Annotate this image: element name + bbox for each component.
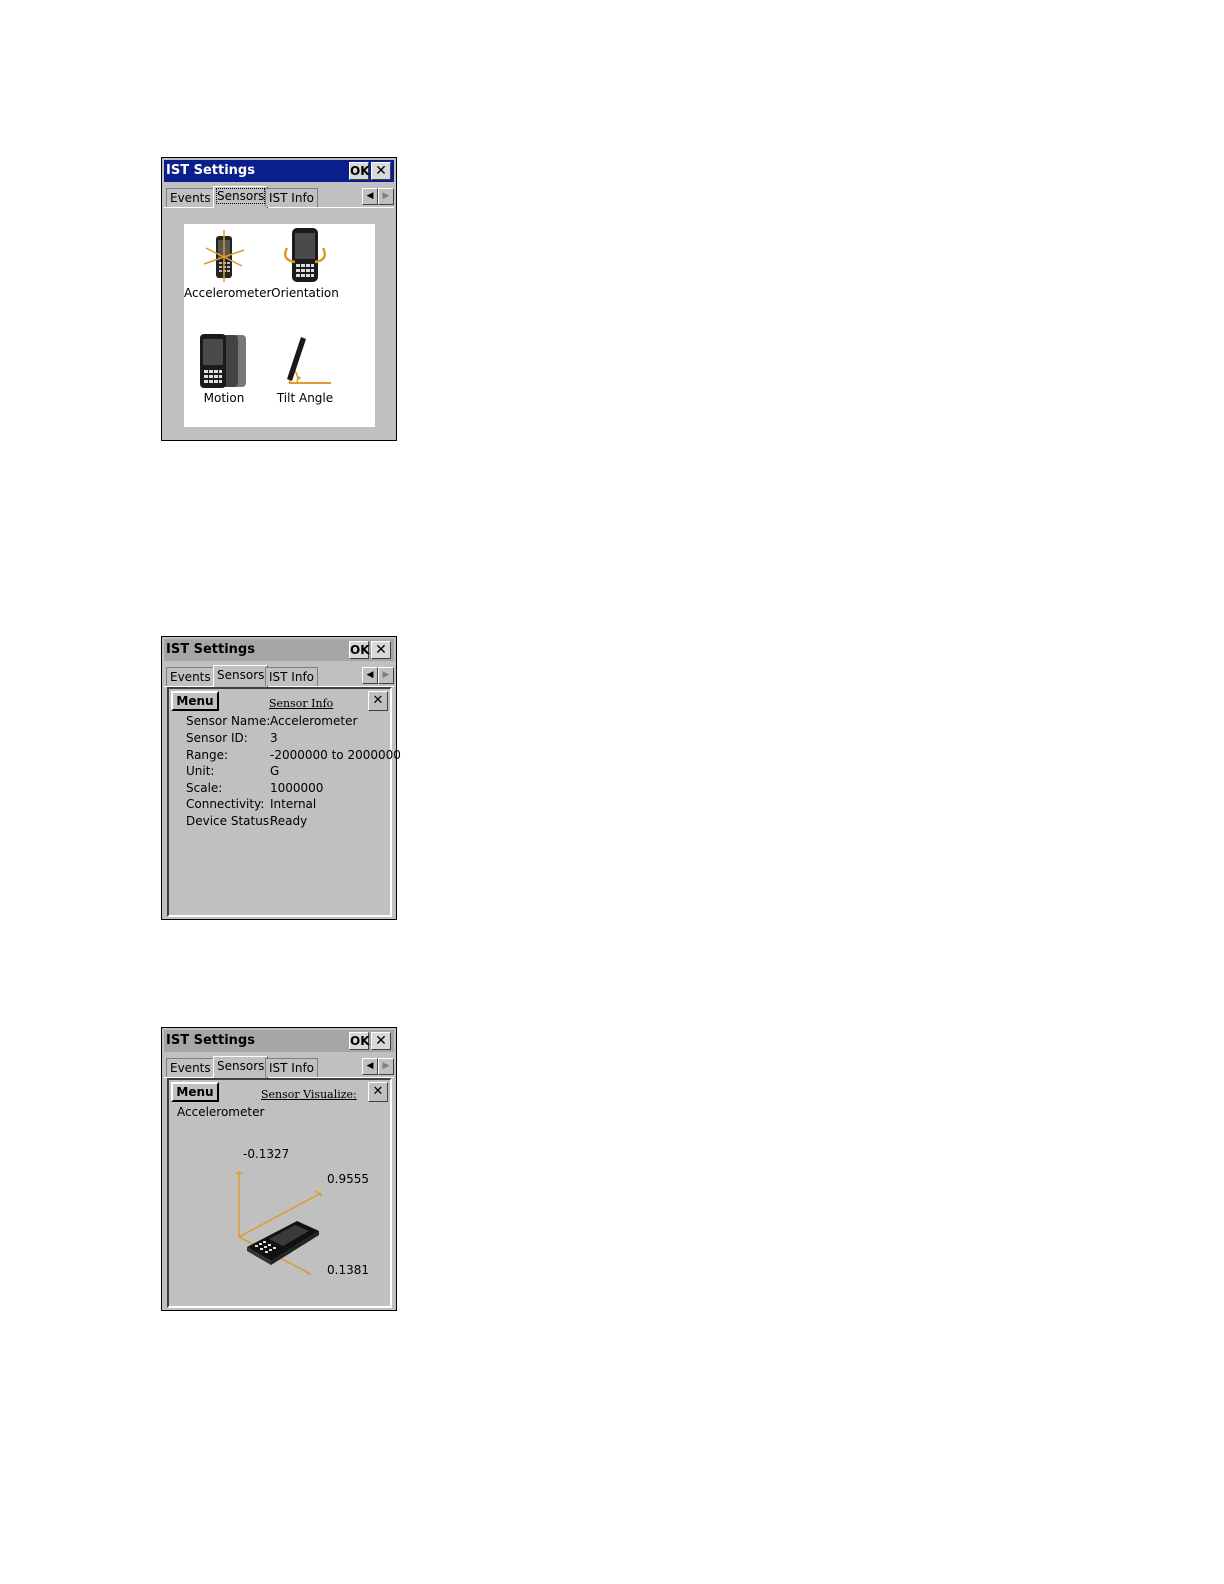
ok-button[interactable]: OK — [349, 162, 370, 180]
z-axis-value: -0.1327 — [243, 1147, 290, 1161]
panel-heading: Sensor Visualize: — [261, 1088, 357, 1101]
title-bar: IST Settings OK ✕ — [164, 1030, 394, 1052]
tab-label: IST Info — [269, 1061, 315, 1075]
orientation-icon — [284, 228, 326, 282]
info-value: 3 — [270, 731, 278, 745]
info-key: Sensor ID: — [186, 731, 248, 745]
info-value: G — [270, 764, 280, 778]
window-title: IST Settings — [166, 1033, 255, 1048]
panel-close-button[interactable]: ✕ — [368, 1082, 388, 1102]
info-key: Range: — [186, 748, 229, 762]
sensor-item-accelerometer[interactable]: Accelerometer — [184, 228, 272, 300]
tab-ist-info[interactable]: IST Info — [265, 1058, 319, 1077]
tab-label: Events — [170, 191, 211, 205]
info-value: Ready — [270, 814, 308, 828]
icon-label: Motion — [203, 391, 245, 405]
x-axis-value: 0.1381 — [327, 1263, 369, 1277]
y-axis-value: 0.9555 — [327, 1172, 369, 1186]
tab-scroller: ◀ ▶ — [362, 1058, 394, 1075]
info-value: Accelerometer — [270, 714, 358, 728]
title-bar: IST Settings OK ✕ — [164, 160, 394, 182]
info-key: Device Status: — [186, 814, 274, 828]
title-bar: IST Settings OK ✕ — [164, 639, 394, 661]
info-row: Unit: G — [186, 764, 279, 778]
scroll-right-icon[interactable]: ▶ — [378, 1058, 394, 1075]
scroll-left-icon[interactable]: ◀ — [362, 188, 378, 205]
scroll-left-icon[interactable]: ◀ — [362, 1058, 378, 1075]
window-title: IST Settings — [166, 163, 255, 178]
sensor-item-motion[interactable]: Motion — [184, 333, 264, 405]
close-button[interactable]: ✕ — [371, 162, 391, 180]
tab-label: Events — [170, 1061, 211, 1075]
icon-label: Tilt Angle — [276, 391, 334, 405]
sensor-icon-grid: Accelerometer Orientation Motion Tilt An… — [184, 224, 375, 427]
sensor-visualize-panel: Menu Sensor Visualize: ✕ Accelerometer -… — [167, 1078, 392, 1308]
tab-label: Sensors — [217, 1059, 265, 1073]
tab-events[interactable]: Events — [166, 667, 215, 686]
close-button[interactable]: ✕ — [371, 1032, 391, 1050]
tab-bar: Events Sensors IST Info ◀ ▶ — [164, 1055, 394, 1078]
tab-sensors[interactable]: Sensors — [213, 665, 269, 687]
info-key: Scale: — [186, 781, 223, 795]
tilt-angle-icon — [287, 337, 331, 384]
ok-button[interactable]: OK — [349, 1032, 370, 1050]
info-value: -2000000 to 2000000 — [270, 748, 401, 762]
window-title: IST Settings — [166, 642, 255, 657]
sensor-item-tilt-angle[interactable]: Tilt Angle — [265, 333, 345, 405]
info-key: Connectivity: — [186, 797, 265, 811]
tab-label: Events — [170, 670, 211, 684]
tab-label: IST Info — [269, 670, 315, 684]
info-row: Range: -2000000 to 2000000 — [186, 748, 401, 762]
tab-events[interactable]: Events — [166, 1058, 215, 1077]
tab-label: Sensors — [217, 668, 265, 682]
accelerometer-visualization — [235, 1171, 323, 1275]
info-key: Sensor Name: — [186, 714, 271, 728]
info-row: Connectivity: Internal — [186, 797, 316, 811]
tab-label: IST Info — [269, 191, 315, 205]
menu-button[interactable]: Menu — [171, 1082, 219, 1102]
info-row: Scale: 1000000 — [186, 781, 323, 795]
ist-settings-window-icons: IST Settings OK ✕ Events Sensors IST Inf… — [161, 157, 397, 441]
info-row: Device Status:Ready — [186, 814, 307, 828]
ist-settings-window-sensor-info: IST Settings OK ✕ Events Sensors IST Inf… — [161, 636, 401, 920]
tab-ist-info[interactable]: IST Info — [265, 188, 319, 207]
scroll-left-icon[interactable]: ◀ — [362, 667, 378, 684]
icon-label: Orientation — [271, 286, 339, 300]
tab-label: Sensors — [215, 188, 266, 204]
tab-sensors[interactable]: Sensors — [213, 1056, 269, 1078]
tab-bar: Events Sensors IST Info ◀ ▶ — [164, 185, 394, 208]
info-row: Sensor ID: 3 — [186, 731, 278, 745]
tab-scroller: ◀ ▶ — [362, 188, 394, 205]
ist-settings-window-visualize: IST Settings OK ✕ Events Sensors IST Inf… — [161, 1027, 397, 1311]
scroll-right-icon[interactable]: ▶ — [378, 188, 394, 205]
info-key: Unit: — [186, 764, 215, 778]
info-value: 1000000 — [270, 781, 324, 795]
sensor-item-orientation[interactable]: Orientation — [265, 228, 345, 300]
info-value: Internal — [270, 797, 317, 811]
menu-button[interactable]: Menu — [171, 691, 219, 711]
tab-sensors[interactable]: Sensors — [213, 186, 269, 208]
panel-heading: Sensor Info — [269, 697, 334, 710]
sensor-name: Accelerometer — [177, 1105, 265, 1119]
scroll-right-icon[interactable]: ▶ — [378, 667, 394, 684]
tab-events[interactable]: Events — [166, 188, 215, 207]
sensor-info-panel: Menu Sensor Info ✕ Sensor Name:Accelerom… — [167, 687, 401, 917]
tab-ist-info[interactable]: IST Info — [265, 667, 319, 686]
close-button[interactable]: ✕ — [371, 641, 391, 659]
ok-button[interactable]: OK — [349, 641, 370, 659]
tab-bar: Events Sensors IST Info ◀ ▶ — [164, 664, 394, 687]
accelerometer-icon — [203, 230, 245, 282]
panel-close-button[interactable]: ✕ — [368, 691, 388, 711]
icon-label: Accelerometer — [184, 286, 272, 300]
motion-icon — [200, 334, 246, 388]
info-row: Sensor Name:Accelerometer — [186, 714, 357, 728]
tab-scroller: ◀ ▶ — [362, 667, 394, 684]
